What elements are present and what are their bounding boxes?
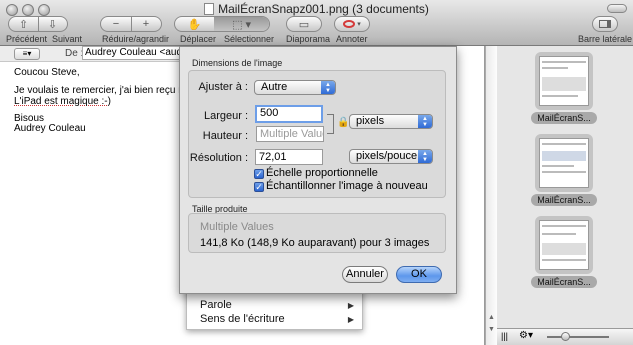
window-titlebar: MailÉcranSnapz001.png (3 documents) ⇧ ⇩ … (0, 0, 633, 46)
resample-checkbox[interactable]: ✓ (254, 182, 264, 192)
dimensions-section-title: Dimensions de l'image (192, 58, 283, 68)
resolution-field[interactable]: 72,01 (255, 149, 323, 165)
thumbnail-label[interactable]: MailÉcranS... (531, 194, 597, 206)
segment-divider (38, 16, 39, 32)
mail-line: Audrey Couleau (14, 123, 86, 134)
scale-proportionally-checkbox[interactable]: ✓ (254, 169, 264, 179)
thumbnail-label[interactable]: MailÉcranS... (531, 276, 597, 288)
scale-proportionally-label: Échelle proportionnelle (266, 167, 378, 179)
popup-arrows-icon: ▲ ▼ (418, 150, 432, 163)
thumbnail-preview (539, 56, 589, 106)
sidebar-icon (599, 20, 611, 28)
mail-header-bar: ≡▾ De : Audrey Couleau <audr (0, 46, 202, 62)
submenu-arrow-icon: ▶ (347, 315, 354, 324)
ok-button[interactable]: OK (396, 266, 442, 283)
width-field[interactable]: 500 (255, 105, 323, 123)
slideshow-icon: ▭ (298, 18, 310, 31)
height-placeholder: Multiple Values (260, 128, 323, 140)
thumbnail-size-slider[interactable] (547, 336, 609, 338)
scroll-down-icon[interactable]: ▼ (488, 326, 495, 333)
popup-arrows-icon: ▲ ▼ (321, 81, 335, 94)
list-menu-icon[interactable]: ≡▾ (14, 48, 40, 60)
annotate-oval-icon (343, 20, 356, 28)
menu-item-writing-direction[interactable]: Sens de l'écriture (200, 313, 285, 325)
thumbnail[interactable] (535, 52, 593, 110)
units-value: pixels (356, 115, 385, 127)
thumbnail[interactable] (535, 134, 593, 192)
units-popup[interactable]: pixels ▲ ▼ (349, 114, 433, 129)
output-size-text: 141,8 Ko (148,9 Ko auparavant) pour 3 im… (200, 237, 430, 249)
from-label: De : (65, 48, 84, 59)
zoom-in-icon[interactable]: + (131, 18, 161, 30)
thumbnail-preview (539, 220, 589, 270)
toolbar-label-annotate: Annoter (336, 34, 368, 44)
resolution-units-popup[interactable]: pixels/pouce ▲ ▼ (349, 149, 433, 164)
thumbnail-preview (539, 138, 589, 188)
slideshow-button[interactable]: ▭ (286, 16, 322, 32)
mail-line: L'iPad est magique :-) (14, 96, 111, 107)
thumbnail-sidebar: MailÉcranS... MailÉcranS... MailÉcranS..… (497, 46, 633, 345)
thumbnail-label[interactable]: MailÉcranS... (531, 112, 597, 124)
toolbar-label-previous: Précédent (6, 34, 48, 44)
fit-to-label: Ajuster à : (198, 81, 248, 93)
link-bracket (327, 114, 334, 134)
resolution-label: Résolution : (189, 152, 248, 164)
mail-line: Coucou Steve, (14, 67, 80, 78)
fit-to-popup[interactable]: Autre ▲ ▼ (254, 80, 336, 95)
slider-knob[interactable] (561, 332, 570, 341)
toolbar-label-sidebar: Barre latérale (578, 34, 633, 44)
adjust-size-sheet: Dimensions de l'image Ajuster à : Autre … (179, 46, 457, 294)
toolbar-toggle-pill[interactable] (607, 4, 627, 13)
toolbar-label-zoom: Réduire/agrandir (102, 34, 170, 44)
menu-item-speech[interactable]: Parole (200, 299, 232, 311)
zoom-out-icon[interactable]: − (101, 18, 131, 30)
selection-tool-icon[interactable]: ⬚ ▾ (214, 17, 269, 31)
chevron-down-icon: ▾ (357, 21, 361, 28)
resample-label: Échantillonner l'image à nouveau (266, 180, 428, 192)
toolbar-label-next: Suivant (52, 34, 83, 44)
annotate-button[interactable]: ▾ (334, 16, 370, 32)
document-icon (204, 3, 215, 15)
scroll-up-icon[interactable]: ▲ (488, 314, 495, 321)
output-multiple-values: Multiple Values (200, 221, 274, 233)
fit-to-value: Autre (261, 81, 288, 93)
back-icon[interactable]: ⇧ (9, 18, 38, 31)
toolbar-label-move: Déplacer (180, 34, 217, 44)
resolution-units-value: pixels/pouce (356, 150, 418, 162)
height-field[interactable]: Multiple Values (256, 126, 324, 142)
lock-icon[interactable]: 🔒 (337, 117, 349, 128)
vertical-scrollbar[interactable]: ▲ ▼ (485, 46, 497, 345)
cancel-button[interactable]: Annuler (342, 266, 388, 283)
toolbar-label-slideshow: Diaporama (286, 34, 331, 44)
window-title: MailÉcranSnapz001.png (3 documents) (0, 2, 633, 16)
hand-tool-icon[interactable]: ✋ (175, 18, 214, 31)
submenu-arrow-icon: ▶ (347, 301, 354, 310)
popup-arrows-icon: ▲ ▼ (418, 115, 432, 128)
thumbnail[interactable] (535, 216, 593, 274)
sidebar-bottom-bar: ||| ⚙▾ (497, 328, 633, 345)
segment-divider (131, 16, 132, 32)
gear-icon[interactable]: ⚙▾ (519, 330, 533, 341)
height-label: Hauteur : (202, 130, 248, 142)
forward-icon[interactable]: ⇩ (38, 18, 67, 31)
tool-mode-control[interactable]: ✋ ⬚ ▾ (174, 16, 270, 32)
column-view-icon[interactable]: ||| (501, 331, 508, 341)
width-label: Largeur : (203, 110, 248, 122)
toolbar-label-select: Sélectionner (224, 34, 275, 44)
sidebar-toggle-button[interactable] (592, 16, 618, 32)
